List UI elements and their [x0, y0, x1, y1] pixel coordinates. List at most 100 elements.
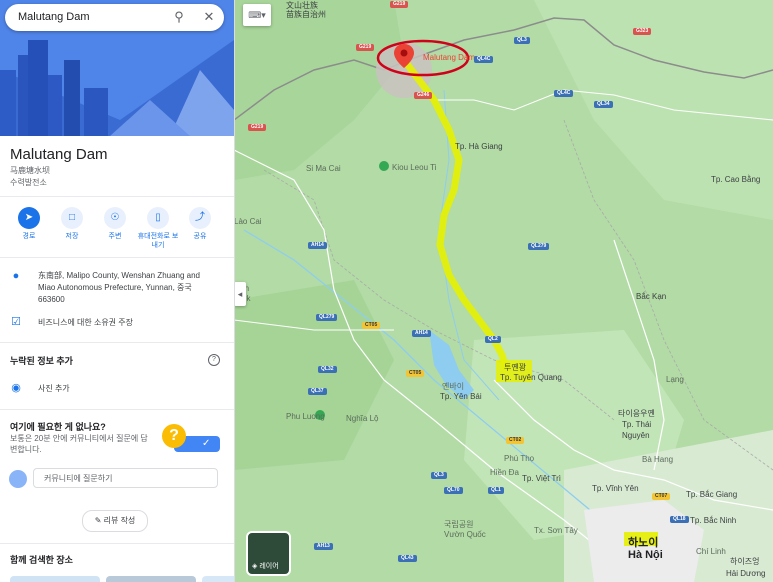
nearby-button[interactable]: ☉ 주변 — [95, 207, 135, 241]
map-place-label[interactable]: Tp. Tuyên Quang — [500, 374, 562, 382]
keyboard-icon: ⌨▾ — [248, 10, 266, 20]
qa-description: 보통은 20분 안에 커뮤니티에서 질문에 답변합니다. — [10, 434, 148, 454]
search-box[interactable]: Malutang Dam ⚲ ✕ — [5, 4, 224, 31]
map-place-label[interactable]: Vườn Quốc — [444, 531, 486, 539]
place-title: Malutang Dam — [10, 146, 108, 163]
shield-check-icon: ☑ — [11, 316, 21, 328]
map-place-label[interactable]: Phú Thọ — [504, 455, 534, 463]
divider — [0, 543, 234, 544]
help-icon[interactable]: ? — [208, 354, 220, 366]
share-label: 공유 — [193, 233, 207, 240]
map-place-label[interactable]: 文山壮族 — [286, 2, 318, 10]
map-place-label[interactable]: Bà Hang — [642, 456, 673, 464]
map-place-label[interactable]: Tp. Cao Bằng — [711, 176, 760, 184]
map-place-label[interactable]: Tp. Thái — [622, 421, 651, 429]
road-shield: G323 — [633, 28, 652, 35]
directions-label: 경로 — [22, 233, 36, 240]
send-to-phone-label: 휴대전화로 보내기 — [137, 233, 179, 249]
map-place-label[interactable]: 하이즈엉 — [730, 558, 759, 566]
nearby-label: 주변 — [108, 233, 122, 240]
ask-community-input[interactable]: 커뮤니티에 질문하기 — [33, 468, 218, 488]
save-button[interactable]: □ 저장 — [52, 207, 92, 241]
map-place-label[interactable]: 옌바이 — [442, 383, 464, 391]
map-place-label[interactable]: Tp. Việt Trì — [522, 475, 561, 483]
road-shield: AH13 — [314, 543, 333, 550]
layers-button[interactable]: ◈ 레이어 — [246, 531, 291, 576]
close-icon[interactable]: ✕ — [201, 9, 217, 25]
qa-illustration: ? ✓ — [162, 424, 220, 456]
share-icon: ⤴ — [189, 207, 211, 229]
map-place-label[interactable]: Tp. Hà Giang — [455, 143, 503, 151]
map-place-label[interactable]: Nguyên — [622, 432, 650, 440]
save-label: 저장 — [65, 233, 79, 240]
map-place-label[interactable]: Tp. Bắc Giang — [686, 491, 737, 499]
share-button[interactable]: ⤴ 공유 — [180, 207, 220, 241]
map-place-label[interactable]: Tp. Yên Bái — [440, 393, 482, 401]
divider — [0, 342, 234, 343]
divider — [0, 196, 234, 197]
road-shield: QL279 — [528, 243, 550, 250]
map-place-label[interactable]: Tp. Vĩnh Yên — [592, 485, 639, 493]
map-place-label[interactable]: Nghĩa Lộ — [346, 415, 378, 423]
related-place-card[interactable] — [202, 576, 234, 582]
map-place-label[interactable]: 苗族自治州 — [286, 11, 326, 19]
related-place-card[interactable] — [10, 576, 100, 582]
directions-button[interactable]: ➤ 경로 — [9, 207, 49, 241]
place-native-name: 马鹿塘水坝 — [10, 166, 50, 175]
map-place-label[interactable]: Lào Cai — [234, 218, 262, 226]
map-place-label[interactable]: Tx. Sơn Tây — [534, 527, 578, 535]
nearby-icon: ☉ — [104, 207, 126, 229]
send-to-phone-button[interactable]: ▯ 휴대전화로 보내기 — [137, 207, 179, 250]
add-photo-link[interactable]: 사진 추가 — [38, 383, 70, 394]
search-icon[interactable]: ⚲ — [171, 9, 187, 25]
road-shield: CT05 — [406, 370, 425, 377]
map-place-label[interactable]: 타이응우옌 — [618, 410, 655, 418]
map-place-label[interactable]: Hà Nội — [628, 550, 663, 561]
map-place-label[interactable]: Hải Dương — [726, 570, 766, 578]
road-shield: CT07 — [652, 493, 671, 500]
layers-icon: ◈ — [252, 563, 258, 570]
map-place-label[interactable]: Tp. Bắc Ninh — [690, 517, 736, 525]
location-pin-icon: ● — [12, 270, 20, 282]
map-place-label[interactable]: Kiou Leou Ti — [392, 164, 436, 172]
bookmark-icon: □ — [61, 207, 83, 229]
road-shield: QL70 — [444, 487, 463, 494]
map-place-label[interactable]: 투옌꽝 — [504, 364, 526, 372]
road-shield: QL34 — [594, 101, 613, 108]
input-tools-button[interactable]: ⌨▾ — [243, 4, 271, 26]
place-panel: Malutang Dam ⚲ ✕ Malutang Dam 马鹿塘水坝 수력발전… — [0, 0, 235, 582]
map-place-label[interactable]: Chí Linh — [696, 548, 726, 556]
search-input[interactable]: Malutang Dam — [18, 11, 90, 23]
collapse-panel-button[interactable]: ◂ — [234, 282, 246, 306]
map-place-label[interactable]: Hiền Đa — [490, 469, 519, 477]
review-icon: ✎ — [94, 516, 102, 525]
road-shield: CT02 — [506, 437, 525, 444]
claim-business-link[interactable]: 비즈니스에 대한 소유권 주장 — [38, 317, 133, 328]
map-place-label[interactable]: Bắc Kạn — [636, 293, 666, 301]
map-canvas[interactable]: Malutang Dam 文山壮族 苗族自治州 Tp. Hà Giang Kiou L… — [234, 0, 773, 582]
map-place-label[interactable]: 하노이 — [628, 538, 658, 549]
road-shield: QL2 — [485, 336, 501, 343]
send-to-phone-icon: ▯ — [147, 207, 169, 229]
qa-heading: 여기에 필요한 게 없나요? — [10, 422, 106, 432]
road-shield: QL4C — [474, 56, 494, 63]
write-review-label: 리뷰 작성 — [103, 516, 136, 525]
chevron-left-icon: ◂ — [237, 289, 243, 299]
road-shield: G219 — [390, 1, 409, 8]
directions-icon: ➤ — [18, 207, 40, 229]
map-place-label[interactable]: Phu Luong — [286, 413, 325, 421]
divider — [0, 257, 234, 258]
write-review-button[interactable]: ✎ 리뷰 작성 — [82, 510, 148, 532]
address-text[interactable]: 东南部, Malipo County, Wenshan Zhuang and M… — [38, 270, 208, 306]
related-places-heading: 함께 검색한 장소 — [10, 555, 73, 565]
road-shield: QL3 — [431, 472, 447, 479]
road-shield: QL43 — [398, 555, 417, 562]
map-marker-label[interactable]: Malutang Dam — [423, 54, 475, 62]
map-place-label[interactable]: 국립공원 — [444, 521, 473, 529]
related-place-card[interactable] — [106, 576, 196, 582]
missing-info-heading: 누락된 정보 추가 — [10, 356, 73, 366]
map-place-label[interactable]: Si Ma Cai — [306, 165, 341, 173]
road-shield: QL1 — [488, 487, 504, 494]
map-place-label[interactable]: Lạng — [666, 376, 684, 384]
place-category[interactable]: 수력발전소 — [10, 177, 47, 188]
